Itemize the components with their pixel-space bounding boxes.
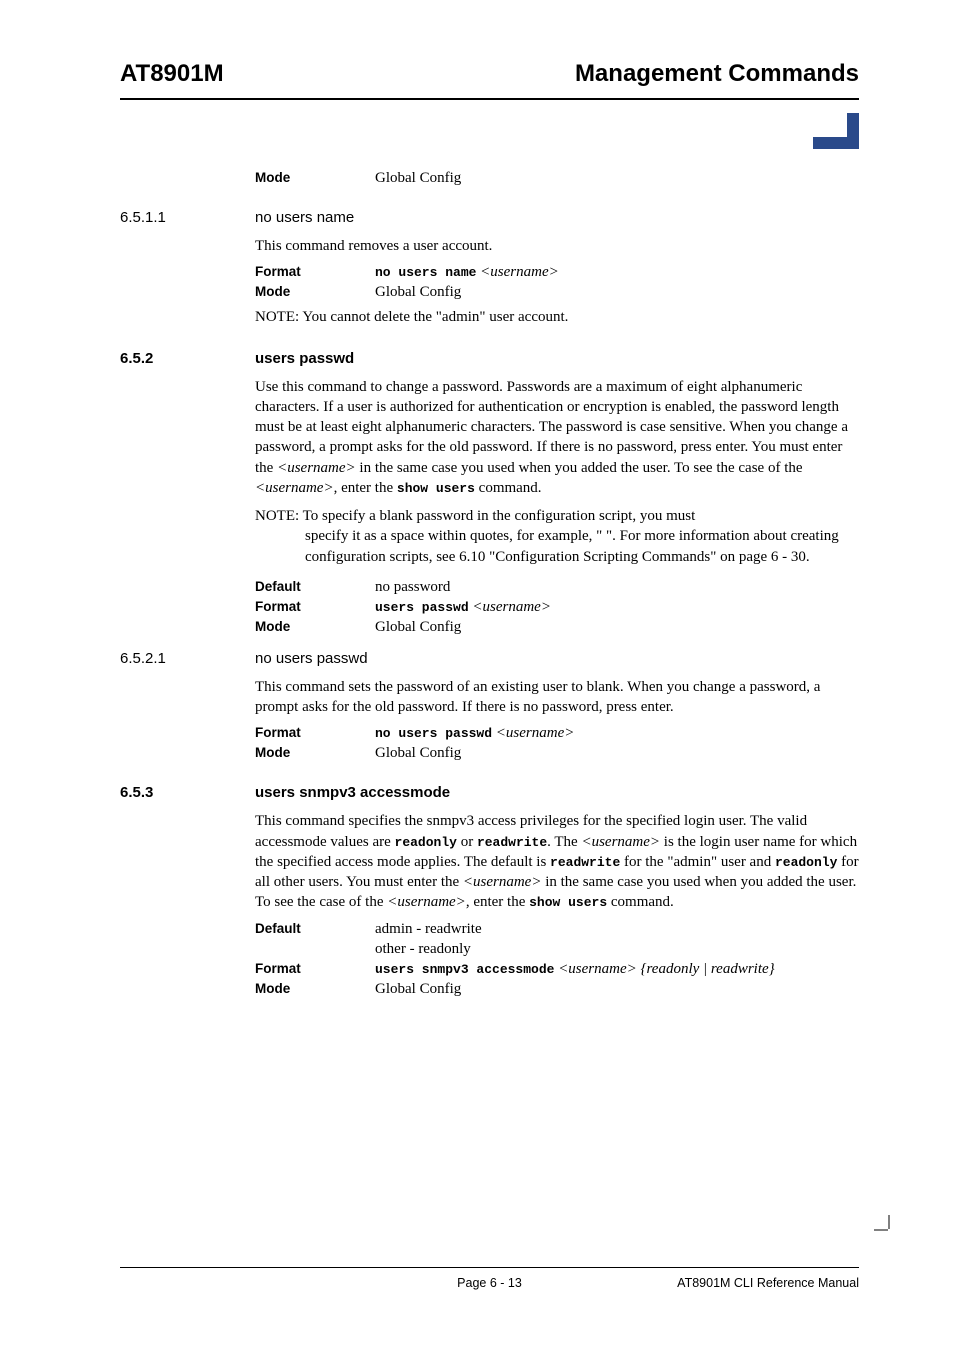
format-label-653: Format xyxy=(255,961,375,978)
mode-value: Global Config xyxy=(375,170,859,187)
section-number-652: 6.5.2 xyxy=(120,350,153,367)
default-value2-653: other - readonly xyxy=(375,941,859,958)
para-652: Use this command to change a password. P… xyxy=(255,377,859,499)
format-value-652: users passwd <username> xyxy=(375,599,859,616)
page-content: Mode Global Config 6.5.1.1 no users name… xyxy=(120,170,859,998)
section-title-6521: no users passwd xyxy=(255,650,859,667)
section-title-652: users passwd xyxy=(255,350,859,367)
intro-6511: This command removes a user account. xyxy=(255,236,859,256)
footer-page: Page 6 - 13 xyxy=(366,1276,612,1290)
section-title-653: users snmpv3 accessmode xyxy=(255,784,859,801)
crop-mark xyxy=(874,1215,904,1250)
header-right: Management Commands xyxy=(575,60,859,88)
intro-6521: This command sets the password of an exi… xyxy=(255,677,859,718)
default-label-652: Default xyxy=(255,579,375,596)
note-652: NOTE: To specify a blank password in the… xyxy=(255,506,859,567)
section-number-6511: 6.5.1.1 xyxy=(120,209,166,226)
default-value1-653: admin - readwrite xyxy=(375,921,859,938)
header-left: AT8901M xyxy=(120,60,224,88)
format-value-6511: no users name <username> xyxy=(375,264,859,281)
mode-label-6521: Mode xyxy=(255,745,375,762)
mode-value-6521: Global Config xyxy=(375,745,859,762)
mode-label-6511: Mode xyxy=(255,284,375,301)
default-value-652: no password xyxy=(375,579,859,596)
mode-label-652: Mode xyxy=(255,619,375,636)
section-title-6511: no users name xyxy=(255,209,859,226)
header-rule xyxy=(120,98,859,100)
mode-label-653: Mode xyxy=(255,981,375,998)
default-label-653: Default xyxy=(255,921,375,938)
format-value-6521: no users passwd <username> xyxy=(375,725,859,742)
mode-value-6511: Global Config xyxy=(375,284,859,301)
note-6511: NOTE: You cannot delete the "admin" user… xyxy=(255,307,859,327)
mode-value-652: Global Config xyxy=(375,619,859,636)
format-value-653: users snmpv3 accessmode <username> {read… xyxy=(375,961,859,978)
section-number-653: 6.5.3 xyxy=(120,784,153,801)
page-footer: Page 6 - 13 AT8901M CLI Reference Manual xyxy=(120,1267,859,1290)
format-label-6511: Format xyxy=(255,264,375,281)
footer-manual: AT8901M CLI Reference Manual xyxy=(613,1276,859,1290)
mode-label: Mode xyxy=(255,170,375,187)
format-label-6521: Format xyxy=(255,725,375,742)
section-number-6521: 6.5.2.1 xyxy=(120,650,166,667)
format-label-652: Format xyxy=(255,599,375,616)
mode-value-653: Global Config xyxy=(375,981,859,998)
corner-decoration xyxy=(813,113,859,149)
page-header: AT8901M Management Commands xyxy=(120,60,859,88)
para-653: This command specifies the snmpv3 access… xyxy=(255,811,859,912)
